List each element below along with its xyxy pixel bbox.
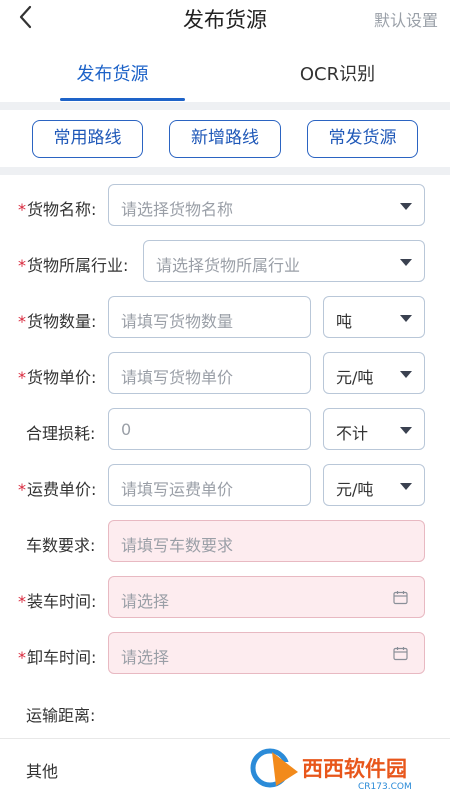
form-row-distance: 运输距离:: [0, 688, 450, 732]
dropdown-caret-icon: [400, 427, 412, 434]
divider: [0, 738, 450, 739]
unload-time-picker[interactable]: 请选择: [108, 632, 425, 674]
quantity-input[interactable]: 请填写货物数量: [108, 296, 311, 338]
calendar-icon: [393, 647, 408, 661]
frequent-goods-button[interactable]: 常发货源: [307, 120, 418, 158]
tab-bar: 发布货源 OCR识别: [0, 44, 450, 102]
form-row-vehicles: 车数要求: 请填写车数要求: [0, 520, 450, 564]
quantity-label: *货物数量:: [18, 312, 97, 331]
unit-price-unit-select[interactable]: 元/吨: [323, 352, 425, 394]
loss-input[interactable]: 0: [108, 408, 311, 450]
dropdown-caret-icon: [400, 203, 412, 210]
freight-price-input[interactable]: 请填写运费单价: [108, 464, 311, 506]
quantity-unit-select[interactable]: 吨: [323, 296, 425, 338]
add-route-button[interactable]: 新增路线: [169, 120, 281, 158]
dropdown-caret-icon: [400, 259, 412, 266]
tab-ocr[interactable]: OCR识别: [225, 44, 450, 102]
tab-publish-goods[interactable]: 发布货源: [0, 44, 225, 102]
loss-label: 合理损耗:: [26, 424, 96, 443]
vehicles-input[interactable]: 请填写车数要求: [108, 520, 425, 562]
freight-price-label: *运费单价:: [18, 480, 97, 499]
industry-label: *货物所属行业:: [18, 256, 129, 275]
unload-time-label: *卸车时间:: [18, 648, 97, 667]
divider: [0, 167, 450, 175]
form-row-loss: 合理损耗: 0 不计: [0, 408, 450, 452]
vehicles-label: 车数要求:: [26, 536, 96, 555]
form-row-quantity: *货物数量: 请填写货物数量 吨: [0, 296, 450, 340]
form-row-unit-price: *货物单价: 请填写货物单价 元/吨: [0, 352, 450, 396]
goods-name-label: *货物名称:: [18, 200, 97, 219]
watermark-subtext: CR173.COM: [358, 782, 412, 792]
unit-price-label: *货物单价:: [18, 368, 97, 387]
common-route-button[interactable]: 常用路线: [32, 120, 143, 158]
form-row-freight-price: *运费单价: 请填写运费单价 元/吨: [0, 464, 450, 508]
form-row-industry: *货物所属行业: 请选择货物所属行业: [0, 240, 450, 284]
watermark-text: 西西软件园: [302, 757, 407, 781]
form-row-unload-time: *卸车时间: 请选择: [0, 632, 450, 676]
route-button-group: 常用路线 新增路线 常发货源: [0, 110, 450, 165]
freight-unit-select[interactable]: 元/吨: [323, 464, 425, 506]
load-time-picker[interactable]: 请选择: [108, 576, 425, 618]
other-section-label: 其他: [26, 762, 59, 781]
dropdown-caret-icon: [400, 483, 412, 490]
industry-select[interactable]: 请选择货物所属行业: [143, 240, 425, 282]
distance-label: 运输距离:: [26, 706, 96, 725]
unit-price-input[interactable]: 请填写货物单价: [108, 352, 311, 394]
form-row-load-time: *装车时间: 请选择: [0, 576, 450, 620]
watermark-logo: 西西软件园 CR173.COM: [250, 742, 440, 794]
form-row-goods-name: *货物名称: 请选择货物名称: [0, 184, 450, 228]
dropdown-caret-icon: [400, 371, 412, 378]
divider: [0, 102, 450, 110]
loss-mode-select[interactable]: 不计: [323, 408, 425, 450]
dropdown-caret-icon: [400, 315, 412, 322]
app-header: 发布货源 默认设置: [0, 0, 450, 36]
goods-name-select[interactable]: 请选择货物名称: [108, 184, 425, 226]
default-settings-button[interactable]: 默认设置: [374, 7, 438, 31]
load-time-label: *装车时间:: [18, 592, 97, 611]
calendar-icon: [393, 591, 408, 605]
